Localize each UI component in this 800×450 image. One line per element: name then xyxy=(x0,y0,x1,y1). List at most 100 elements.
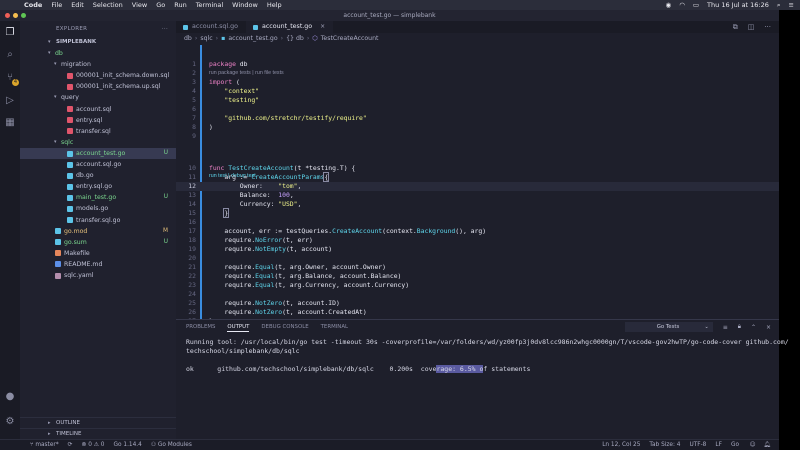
feedback-icon[interactable]: ☺ xyxy=(750,440,756,450)
tree-file[interactable]: transfer.sql.go xyxy=(20,215,176,226)
breadcrumb-item[interactable]: sqlc xyxy=(200,33,212,45)
tree-file[interactable]: account.sql.go xyxy=(20,159,176,170)
tree-file[interactable]: transfer.sql xyxy=(20,126,176,137)
control-center-icon[interactable]: ≡ xyxy=(789,1,794,9)
tab-output[interactable]: OUTPUT xyxy=(227,320,249,334)
go-version[interactable]: Go 1.14.4 xyxy=(114,440,142,450)
maximize-panel-icon[interactable]: ⌃ xyxy=(751,324,756,331)
menu-run[interactable]: Run xyxy=(174,1,186,9)
lock-scroll-icon[interactable]: 🔒︎ xyxy=(738,323,741,331)
zoom-window-button[interactable] xyxy=(21,13,26,18)
code-line[interactable]: 26 require.NotZero(t, account.CreatedAt) xyxy=(176,308,779,317)
menu-view[interactable]: View xyxy=(132,1,147,9)
timeline-section[interactable]: ▸ TIMELINE xyxy=(20,428,176,439)
menu-file[interactable]: File xyxy=(51,1,62,9)
source-control-icon[interactable]: ⑂ 4 xyxy=(4,72,19,86)
code-editor[interactable]: run package tests | run file tests run t… xyxy=(176,45,779,325)
clock[interactable]: Thu 16 Jul at 16:26 xyxy=(707,1,769,9)
more-actions-icon[interactable]: ··· xyxy=(764,21,771,33)
explorer-icon[interactable]: ❐ xyxy=(4,27,16,39)
output-channel-select[interactable]: Go Tests ⌄ xyxy=(624,322,713,332)
record-icon[interactable]: ◉ xyxy=(666,1,672,9)
code-line[interactable]: 23 require.Equal(t, arg.Currency, accoun… xyxy=(176,281,779,290)
menu-terminal[interactable]: Terminal xyxy=(196,1,223,9)
spotlight-icon[interactable]: ⌕ xyxy=(777,1,781,10)
code-line[interactable]: 17 account, err := testQueries.CreateAcc… xyxy=(176,227,779,236)
code-line[interactable]: 3 import ( xyxy=(176,78,779,87)
tree-file[interactable]: Makefile xyxy=(20,248,176,259)
battery-icon[interactable]: ▭ xyxy=(693,1,699,9)
tab-account-test-go[interactable]: account_test.go × xyxy=(245,21,334,33)
menu-edit[interactable]: Edit xyxy=(71,1,84,9)
tree-folder[interactable]: ▾ migration xyxy=(20,59,176,70)
tree-file[interactable]: account_test.go U xyxy=(20,147,176,160)
encoding[interactable]: UTF-8 xyxy=(689,440,706,450)
code-line[interactable]: 25 require.NotZero(t, account.ID) xyxy=(176,299,779,308)
clear-output-icon[interactable]: ≡ xyxy=(723,324,728,331)
end-of-line[interactable]: LF xyxy=(715,440,722,450)
cursor-position[interactable]: Ln 12, Col 25 xyxy=(602,440,640,450)
run-debug-icon[interactable]: ▷ xyxy=(4,95,16,107)
minimize-window-button[interactable] xyxy=(13,13,18,18)
output-text[interactable]: Running tool: /usr/local/bin/go test -ti… xyxy=(186,338,789,374)
menu-help[interactable]: Help xyxy=(267,1,282,9)
open-changes-icon[interactable]: ⧉ xyxy=(733,21,738,33)
code-line[interactable]: 4 "context" xyxy=(176,87,779,96)
code-line[interactable]: 14 Currency: "USD", xyxy=(176,200,779,209)
outline-section[interactable]: ▸ OUTLINE xyxy=(20,417,176,428)
code-line[interactable]: 21 require.Equal(t, arg.Owner, account.O… xyxy=(176,263,779,272)
tree-file[interactable]: entry.sql.go xyxy=(20,181,176,192)
breadcrumb-item[interactable]: {} db xyxy=(286,33,304,45)
tree-folder[interactable]: ▾ sqlc xyxy=(20,137,176,148)
close-window-button[interactable] xyxy=(5,13,10,18)
code-line[interactable]: 11 arg := CreateAccountParams{ xyxy=(176,172,779,182)
code-line[interactable]: 7 "github.com/stretchr/testify/require" xyxy=(176,114,779,123)
code-line[interactable]: 22 require.Equal(t, arg.Balance, account… xyxy=(176,272,779,281)
code-line[interactable]: 9 xyxy=(176,132,779,141)
menu-window[interactable]: Window xyxy=(232,1,258,9)
more-actions-icon[interactable]: ··· xyxy=(162,21,168,37)
settings-gear-icon[interactable]: ⚙ xyxy=(4,416,16,428)
code-line[interactable]: 19 require.NotEmpty(t, account) xyxy=(176,245,779,254)
notifications-icon[interactable]: 🔔︎ xyxy=(764,440,771,450)
code-line[interactable]: 16 xyxy=(176,218,779,227)
breadcrumb-item[interactable]: account_test.go xyxy=(228,33,277,45)
tree-file[interactable]: main_test.go U xyxy=(20,192,176,203)
tree-file[interactable]: README.md xyxy=(20,259,176,270)
tab-problems[interactable]: PROBLEMS xyxy=(186,320,215,334)
code-line[interactable]: 12 Owner: "tom", xyxy=(176,182,779,191)
app-menu[interactable]: Code xyxy=(24,1,42,9)
menu-go[interactable]: Go xyxy=(156,1,165,9)
code-line[interactable]: 10 func TestCreateAccount(t *testing.T) { xyxy=(176,164,779,173)
tab-debug-console[interactable]: DEBUG CONSOLE xyxy=(261,320,308,334)
close-tab-icon[interactable]: × xyxy=(320,23,325,30)
tab-size[interactable]: Tab Size: 4 xyxy=(649,440,680,450)
tab-account-sql-go[interactable]: account.sql.go xyxy=(176,21,246,33)
language-mode[interactable]: Go xyxy=(731,440,739,450)
tree-file[interactable]: 000001_init_schema.down.sql xyxy=(20,70,176,81)
project-root[interactable]: ▾ SIMPLEBANK xyxy=(20,37,176,48)
tree-file[interactable]: models.go xyxy=(20,203,176,214)
code-line[interactable]: 20 xyxy=(176,254,779,263)
split-editor-icon[interactable]: ◫ xyxy=(748,21,755,33)
account-icon[interactable]: ● xyxy=(4,391,16,403)
tree-folder[interactable]: ▾ db xyxy=(20,48,176,59)
tree-file[interactable]: sqlc.yaml xyxy=(20,270,176,281)
go-modules[interactable]: ⚇ Go Modules xyxy=(151,440,192,450)
breadcrumb-item[interactable]: TestCreateAccount xyxy=(321,33,379,45)
code-line[interactable]: 18 require.NoError(t, err) xyxy=(176,236,779,245)
tree-file[interactable]: go.mod M xyxy=(20,226,176,237)
code-line[interactable]: 24 xyxy=(176,290,779,299)
tree-file[interactable]: entry.sql xyxy=(20,115,176,126)
tree-folder[interactable]: ▾ query xyxy=(20,92,176,103)
sync-icon[interactable]: ⟳ xyxy=(68,440,73,450)
code-line[interactable]: 8) xyxy=(176,123,779,132)
tree-file[interactable]: account.sql xyxy=(20,104,176,115)
problems-count[interactable]: ⊗ 0 ⚠ 0 xyxy=(82,440,105,450)
git-branch[interactable]: ⑂ master* xyxy=(30,440,59,450)
tab-terminal[interactable]: TERMINAL xyxy=(321,320,348,334)
extensions-icon[interactable]: ▦ xyxy=(4,117,16,129)
code-line[interactable]: 6 xyxy=(176,105,779,114)
tree-file[interactable]: 000001_init_schema.up.sql xyxy=(20,81,176,92)
tree-file[interactable]: go.sum U xyxy=(20,237,176,248)
